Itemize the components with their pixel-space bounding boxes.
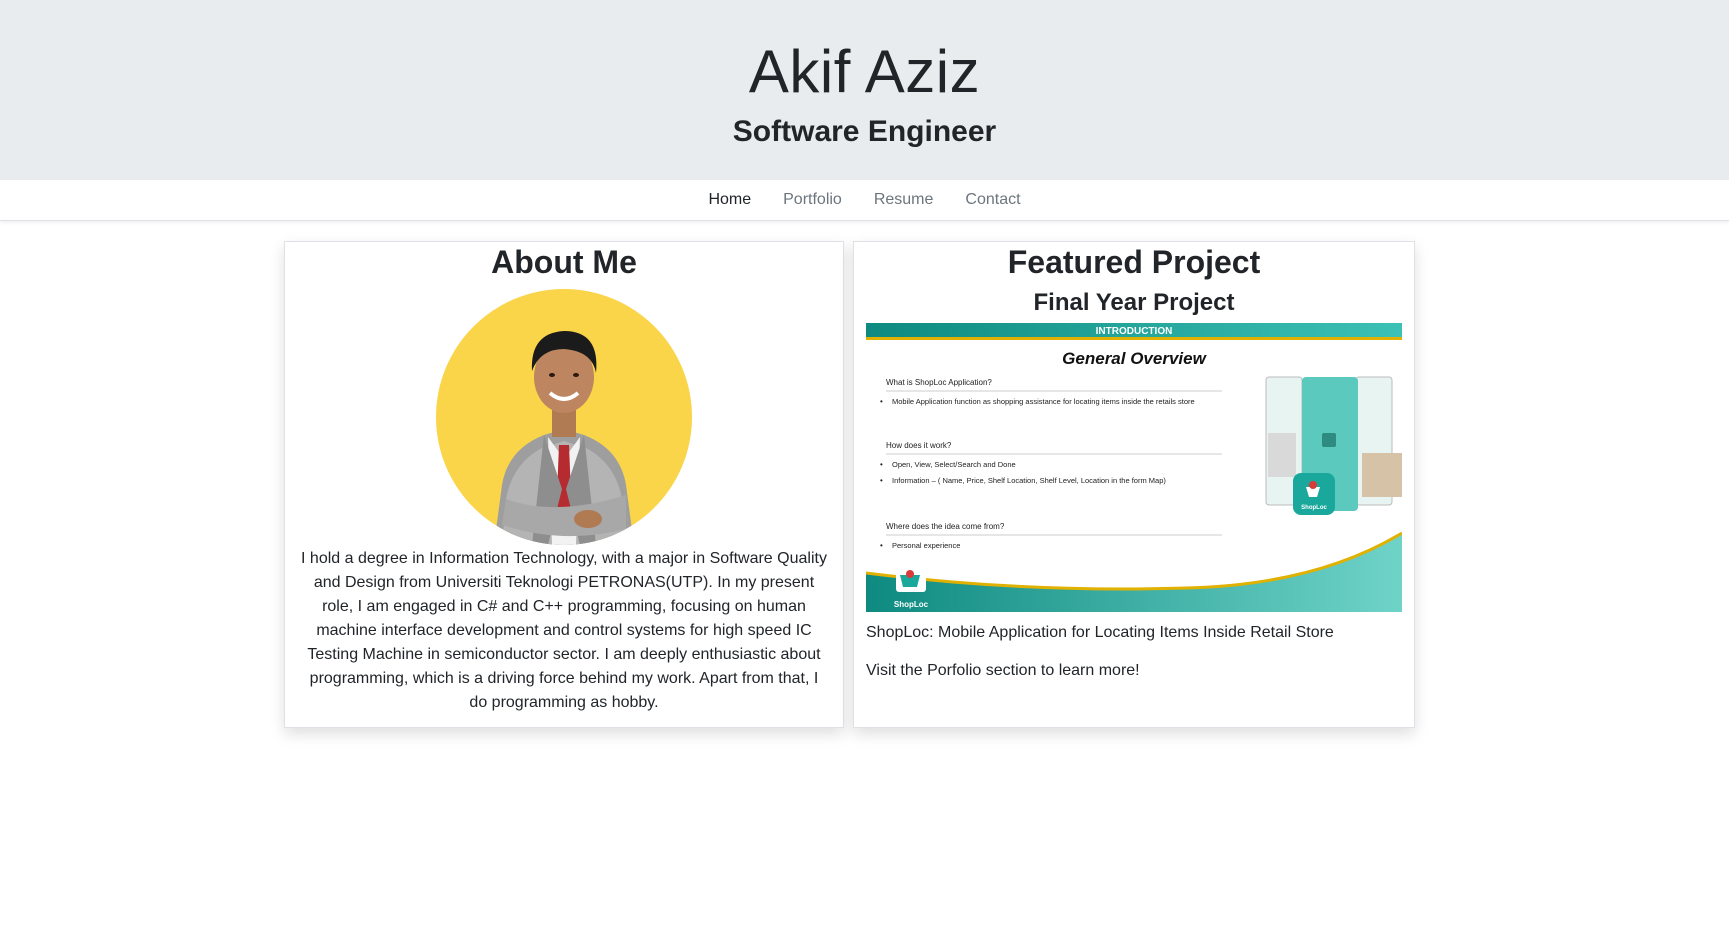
slide-heading: General Overview [1062,349,1207,368]
about-card: About Me I hold a degree in Information … [284,241,844,728]
about-title: About Me [491,244,637,280]
project-description: ShopLoc: Mobile Application for Locating… [866,624,1334,641]
featured-card: Featured Project Final Year Project INTR… [853,241,1415,728]
main-content: About Me I hold a degree in Information … [284,241,1415,728]
svg-text:ShopLoc: ShopLoc [894,600,929,609]
nav-home[interactable]: Home [708,191,751,209]
nav-portfolio[interactable]: Portfolio [783,191,842,209]
svg-text:•: • [880,397,883,406]
slide-banner-text: INTRODUCTION [1096,326,1173,337]
hero-name: Akif Aziz [748,38,981,105]
project-slide-image[interactable]: INTRODUCTION General Overview What is Sh… [866,323,1402,612]
nav-contact[interactable]: Contact [965,191,1020,209]
slide-q1: What is ShopLoc Application? [886,378,992,387]
slide-a1: Mobile Application function as shopping … [892,397,1195,406]
about-text: I hold a degree in Information Technolog… [301,550,827,711]
slide-a3: Personal experience [892,541,960,550]
hero-header: Akif Aziz Software Engineer [0,0,1729,180]
shoploc-logo: ShopLoc [894,570,929,609]
portfolio-note: Visit the Porfolio section to learn more… [866,662,1140,679]
hero-title: Software Engineer [732,115,997,148]
app-icon-label: ShopLoc [1301,505,1327,511]
slide-q2: How does it work? [886,441,952,450]
slide-a2b: Information – ( Name, Price, Shelf Locat… [892,476,1166,485]
profile-photo [436,289,692,545]
featured-subtitle: Final Year Project [1033,289,1235,316]
slide-q3: Where does the idea come from? [886,522,1005,531]
navbar: Home Portfolio Resume Contact [0,180,1729,221]
app-screens-illustration: ShopLoc [1265,376,1402,515]
slide-a2a: Open, View, Select/Search and Done [892,460,1016,469]
nav-resume[interactable]: Resume [874,191,934,209]
svg-text:•: • [880,460,883,469]
svg-text:•: • [880,541,883,550]
svg-text:•: • [880,476,883,485]
featured-title: Featured Project [1007,244,1261,280]
